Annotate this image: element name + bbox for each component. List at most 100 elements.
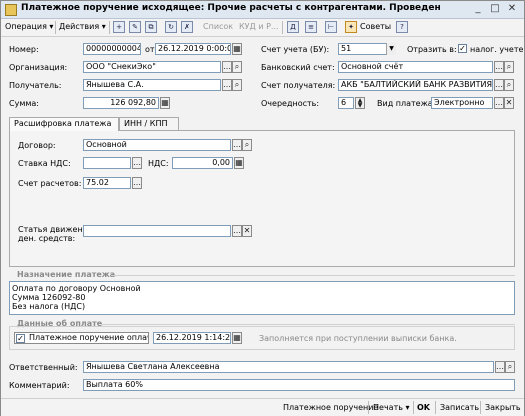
select-button[interactable]: … [495,361,505,373]
toolbar-separator [282,21,283,34]
close-button[interactable]: ✕ [505,2,519,16]
paid-checkbox[interactable]: ✓ [16,334,25,343]
order-spinner[interactable]: ▲ ▼ [355,97,365,109]
toolbar-separator [413,401,414,414]
payment-type-label: Вид платежа: [377,99,436,108]
order-label: Очередность: [261,99,320,108]
recipient-account-label: Счет получателя: [261,81,336,90]
operation-menu[interactable]: Операция ▾ [5,20,53,34]
select-button[interactable]: … [222,79,232,91]
tax-accounting-label: налог. учете [470,45,524,54]
print-menu[interactable]: Печать ▾ [373,401,410,414]
calendar-icon[interactable]: ▦ [232,332,242,344]
kud-button[interactable]: КУД и Р... [239,20,279,34]
divider [101,324,515,325]
structure-icon[interactable]: ⊢ [325,21,337,33]
responsible-field[interactable]: Янышева Светлана Алексеевна [83,361,494,373]
select-button[interactable]: … [232,225,242,237]
paid-date-field[interactable]: 26.12.2019 1:14:28 [153,332,231,344]
calendar-icon[interactable]: ▦ [232,43,242,55]
calculator-icon[interactable]: ▦ [234,157,244,169]
save-button[interactable]: Записать [440,401,479,414]
chevron-down-icon[interactable]: ▼ [386,43,396,55]
select-button[interactable]: … [494,61,504,73]
tax-accounting-checkbox[interactable]: ✓ [458,44,467,53]
select-button[interactable]: … [132,157,142,169]
copy-icon[interactable]: ⧉ [145,21,157,33]
advice-icon[interactable]: ✦ [345,21,357,33]
toolbar-separator [368,401,369,414]
sum-field[interactable]: 126 092,80 [83,97,159,109]
help-button[interactable]: ? [396,21,408,33]
sum-label: Сумма: [9,99,39,108]
clear-icon[interactable]: ✕ [504,97,514,109]
ok-button[interactable]: OK [417,401,430,414]
add-icon[interactable]: + [113,21,125,33]
title-bar: Платежное поручение исходящее: Прочие ра… [1,1,524,19]
minimize-button[interactable]: _ [471,2,485,16]
purpose-text[interactable]: Оплата по договору Основной Сумма 126092… [9,281,515,315]
edit-icon[interactable]: ✎ [129,21,141,33]
document-window: Платежное поручение исходящее: Прочие ра… [0,0,525,416]
search-icon[interactable]: ⌕ [504,79,514,91]
tab-payment-details[interactable]: Расшифровка платежа [9,117,119,131]
toolbar: Операция ▾ Действия ▾ + ✎ ⧉ ↻ ✗ Список К… [1,19,524,37]
search-icon[interactable]: ⌕ [242,139,252,151]
paid-hint: Заполняется при поступлении выписки банк… [259,334,457,343]
advice-button[interactable]: Советы [360,20,391,34]
payment-order-button[interactable]: Платежное поручение [283,401,378,414]
document-icon [5,4,17,16]
calculator-icon[interactable]: ▦ [160,97,170,109]
close-form-button[interactable]: Закрыть [485,401,521,414]
recipient-label: Получатель: [9,81,62,90]
vat-rate-field[interactable] [83,157,131,169]
report-icon[interactable]: ≡ [305,21,317,33]
search-icon[interactable]: ⌕ [232,79,242,91]
divider [111,275,515,276]
organization-label: Организация: [9,63,68,72]
cashflow-field[interactable] [83,225,231,237]
unpost-icon[interactable]: ✗ [181,21,193,33]
account-label: Счет учета (БУ): [261,45,330,54]
tab-panel: Договор: Основной … ⌕ Ставка НДС: … НДС:… [9,130,515,267]
post-icon[interactable]: ↻ [165,21,177,33]
dt-kt-icon[interactable]: Д [287,21,299,33]
bank-account-field[interactable]: Основной счёт [338,61,493,73]
select-button[interactable]: … [222,61,232,73]
date-from-label: от [145,45,155,54]
organization-field[interactable]: ООО "СнекиЭко" [83,61,221,73]
bank-account-label: Банковский счет: [261,63,335,72]
search-icon[interactable]: ⌕ [504,61,514,73]
payment-type-field[interactable]: Электронно [431,97,493,109]
cashflow-label-2: ден. средств: [18,234,76,243]
purpose-line: Сумма 126092-80 [12,293,86,302]
number-label: Номер: [9,45,39,54]
number-field[interactable]: 00000000004 [83,43,141,55]
actions-menu[interactable]: Действия ▾ [59,20,106,34]
reflect-label: Отразить в: [407,45,457,54]
order-field[interactable]: 6 [338,97,354,109]
contract-label: Договор: [18,141,56,150]
toolbar-separator [55,21,56,34]
date-field[interactable]: 26.12.2019 0:00:00 [155,43,231,55]
settlement-account-field[interactable]: 75.02 [83,177,131,189]
toolbar-separator [435,401,436,414]
select-button[interactable]: … [232,139,242,151]
toolbar-separator [480,401,481,414]
comment-field[interactable]: Выплата 60% [83,379,515,391]
list-button[interactable]: Список [203,20,233,34]
vat-rate-label: Ставка НДС: [18,159,71,168]
settlement-account-label: Счет расчетов: [18,179,82,188]
tab-inn-kpp[interactable]: ИНН / КПП [119,117,179,130]
select-button[interactable]: … [494,97,504,109]
recipient-field[interactable]: Янышева С.А. [83,79,221,91]
vat-field[interactable]: 0,00 [172,157,233,169]
maximize-button[interactable]: □ [488,2,502,16]
search-icon[interactable]: ⌕ [505,361,515,373]
search-icon[interactable]: ⌕ [232,61,242,73]
select-button[interactable]: … [494,79,504,91]
clear-icon[interactable]: ✕ [242,225,252,237]
select-button[interactable]: … [132,177,142,189]
recipient-account-field[interactable]: АКБ "БАЛТИЙСКИЙ БАНК РАЗВИТИЯ" (... [338,79,493,91]
contract-field[interactable]: Основной [83,139,231,151]
